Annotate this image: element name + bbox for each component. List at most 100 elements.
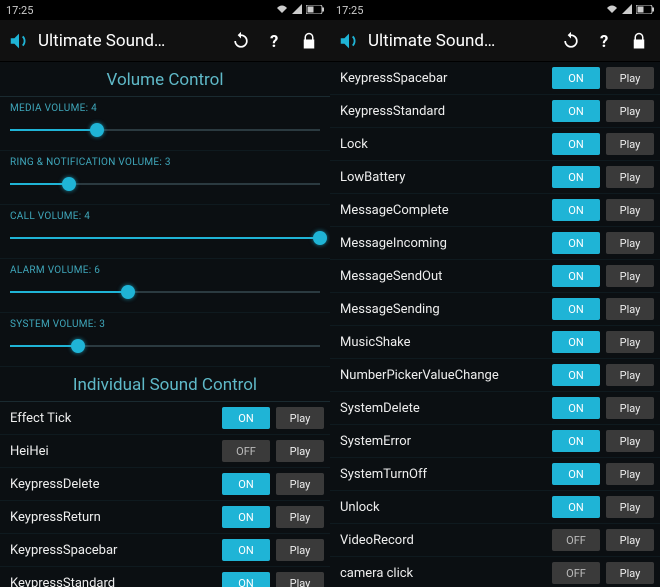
play-button[interactable]: Play xyxy=(606,166,654,188)
refresh-icon[interactable] xyxy=(558,31,584,51)
sound-row: LowBatteryON Play xyxy=(330,161,660,194)
play-button[interactable]: Play xyxy=(606,100,654,122)
sound-name: KeypressStandard xyxy=(340,104,552,119)
app-title: Ultimate Sound… xyxy=(368,31,550,51)
sound-name: Unlock xyxy=(340,500,552,515)
slider-label: ALARM VOLUME: 6 xyxy=(10,265,320,276)
toggle-button[interactable]: ON xyxy=(552,397,600,419)
toggle-button[interactable]: ON xyxy=(552,364,600,386)
section-individual-sound: Individual Sound Control xyxy=(0,367,330,402)
screen-left: 17:25 Ultimate Sound… ? Volume Control M… xyxy=(0,0,330,587)
svg-text:?: ? xyxy=(270,32,278,50)
sound-row: NumberPickerValueChangeON Play xyxy=(330,359,660,392)
section-volume-control: Volume Control xyxy=(0,62,330,97)
play-button[interactable]: Play xyxy=(276,407,324,429)
volume-slider[interactable] xyxy=(10,228,320,248)
toggle-button[interactable]: ON xyxy=(222,506,270,528)
sound-name: HeiHei xyxy=(10,444,222,459)
toggle-button[interactable]: ON xyxy=(552,265,600,287)
play-button[interactable]: Play xyxy=(276,539,324,561)
toggle-button[interactable]: ON xyxy=(222,572,270,587)
lock-icon[interactable] xyxy=(626,31,652,51)
toggle-button[interactable]: ON xyxy=(552,67,600,89)
sound-row: SystemDeleteON Play xyxy=(330,392,660,425)
play-button[interactable]: Play xyxy=(606,199,654,221)
sound-row: VideoRecordOFFPlay xyxy=(330,524,660,557)
lock-icon[interactable] xyxy=(296,31,322,51)
toggle-button[interactable]: ON xyxy=(552,463,600,485)
play-button[interactable]: Play xyxy=(606,496,654,518)
toggle-button[interactable]: ON xyxy=(552,232,600,254)
volume-slider[interactable] xyxy=(10,174,320,194)
help-icon[interactable]: ? xyxy=(262,31,288,51)
play-button[interactable]: Play xyxy=(606,430,654,452)
sound-name: Lock xyxy=(340,137,552,152)
sound-row: MessageCompleteONPlay xyxy=(330,194,660,227)
refresh-icon[interactable] xyxy=(228,31,254,51)
toggle-button[interactable]: ON xyxy=(222,539,270,561)
sound-name: LowBattery xyxy=(340,170,552,185)
sound-row: KeypressSpacebarON Play xyxy=(330,62,660,95)
toggle-button[interactable]: ON xyxy=(552,496,600,518)
play-button[interactable]: Play xyxy=(276,572,324,587)
battery-icon xyxy=(636,4,654,17)
status-bar: 17:25 xyxy=(0,0,330,20)
sound-row: SystemErrorONPlay xyxy=(330,425,660,458)
play-button[interactable]: Play xyxy=(276,440,324,462)
speaker-icon xyxy=(8,30,30,52)
toggle-button[interactable]: ON xyxy=(222,407,270,429)
toggle-button[interactable]: ON xyxy=(552,133,600,155)
sound-name: KeypressSpacebar xyxy=(340,71,552,86)
sound-name: camera click xyxy=(340,566,552,581)
play-button[interactable]: Play xyxy=(606,232,654,254)
wifi-icon xyxy=(276,4,288,17)
sound-row: MusicShakeONPlay xyxy=(330,326,660,359)
play-button[interactable]: Play xyxy=(606,265,654,287)
play-button[interactable]: Play xyxy=(606,331,654,353)
toggle-button[interactable]: ON xyxy=(552,166,600,188)
play-button[interactable]: Play xyxy=(606,463,654,485)
toggle-button[interactable]: ON xyxy=(552,100,600,122)
sound-name: MessageSendOut xyxy=(340,269,552,284)
status-time-left: 17:25 xyxy=(6,4,33,17)
sound-row: KeypressDeleteONPlay xyxy=(0,468,330,501)
battery-icon xyxy=(306,4,324,17)
volume-slider[interactable] xyxy=(10,120,320,140)
app-bar: Ultimate Sound… ? xyxy=(0,20,330,62)
content-left: Volume Control MEDIA VOLUME: 4RING & NOT… xyxy=(0,62,330,587)
toggle-button[interactable]: OFF xyxy=(222,440,270,462)
sound-name: SystemDelete xyxy=(340,401,552,416)
toggle-button[interactable]: ON xyxy=(552,199,600,221)
play-button[interactable]: Play xyxy=(276,506,324,528)
play-button[interactable]: Play xyxy=(606,133,654,155)
toggle-button[interactable]: ON xyxy=(552,430,600,452)
play-button[interactable]: Play xyxy=(276,473,324,495)
volume-slider[interactable] xyxy=(10,336,320,356)
play-button[interactable]: Play xyxy=(606,364,654,386)
play-button[interactable]: Play xyxy=(606,397,654,419)
help-icon[interactable]: ? xyxy=(592,31,618,51)
play-button[interactable]: Play xyxy=(606,298,654,320)
sound-name: NumberPickerValueChange xyxy=(340,368,552,383)
app-bar: Ultimate Sound… ? xyxy=(330,20,660,62)
play-button[interactable]: Play xyxy=(606,562,654,584)
toggle-button[interactable]: ON xyxy=(552,331,600,353)
speaker-icon xyxy=(338,30,360,52)
toggle-button[interactable]: OFF xyxy=(552,562,600,584)
toggle-button[interactable]: ON xyxy=(552,298,600,320)
volume-slider[interactable] xyxy=(10,282,320,302)
status-icons xyxy=(276,4,324,17)
sound-name: KeypressStandard xyxy=(10,576,222,587)
svg-text:?: ? xyxy=(600,32,608,50)
sound-row: MessageSendOutON Play xyxy=(330,260,660,293)
toggle-button[interactable]: OFF xyxy=(552,529,600,551)
play-button[interactable]: Play xyxy=(606,529,654,551)
content-right: KeypressSpacebarONPlayKeypressStandardON… xyxy=(330,62,660,587)
status-time-right: 17:25 xyxy=(336,4,363,17)
slider-block: RING & NOTIFICATION VOLUME: 3 xyxy=(0,151,330,205)
play-button[interactable]: Play xyxy=(606,67,654,89)
toggle-button[interactable]: ON xyxy=(222,473,270,495)
sound-row: Effect TickONPlay xyxy=(0,402,330,435)
screen-right: 17:25 Ultimate Sound… ? KeypressSpacebar… xyxy=(330,0,660,587)
slider-label: CALL VOLUME: 4 xyxy=(10,211,320,222)
